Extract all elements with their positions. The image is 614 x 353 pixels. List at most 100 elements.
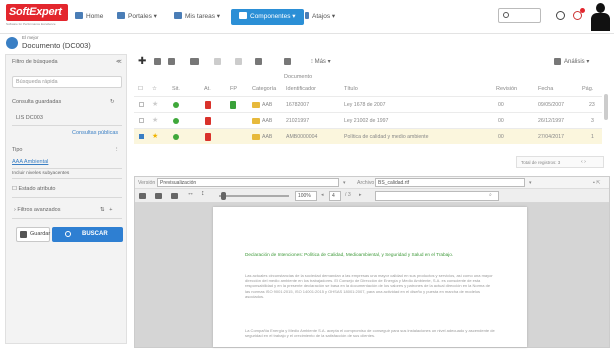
add-icon[interactable]: ✚ xyxy=(138,57,146,67)
folder-icon xyxy=(252,102,260,108)
find-input[interactable] xyxy=(375,191,499,201)
status-dot-icon xyxy=(173,118,179,124)
column-header-at[interactable]: At. xyxy=(204,86,211,92)
favorite-star-icon[interactable]: ★ xyxy=(152,132,158,140)
softexpert-logo[interactable]: SoftExpert Software for Performance Exce… xyxy=(6,4,68,26)
print-icon[interactable] xyxy=(155,193,162,199)
nav-shortcuts[interactable]: Atajos ▾ xyxy=(305,9,335,25)
row-checkbox[interactable] xyxy=(139,118,144,123)
pdf-icon[interactable] xyxy=(205,101,211,109)
page-subtitle: El mejor xyxy=(22,35,39,40)
select-all-checkbox[interactable]: ☐ xyxy=(138,86,143,92)
fit-height-icon[interactable]: ↕ xyxy=(201,190,208,197)
public-queries-link[interactable]: Consultas públicas xyxy=(72,130,118,136)
cell-title[interactable]: Ley 21002 de 1997 xyxy=(344,118,388,124)
type-label: Tipo xyxy=(12,147,23,153)
column-header-category[interactable]: Categoría xyxy=(252,86,276,92)
file-select[interactable]: BS_calidad.rtf xyxy=(375,178,525,187)
table-row-selected[interactable]: ★ AAB AMB0000004 Política de calidad y m… xyxy=(134,128,602,144)
sidebar-toggle-icon[interactable] xyxy=(139,193,146,199)
cell-title[interactable]: Política de calidad y medio ambiente xyxy=(344,134,429,140)
column-header-date[interactable]: Fecha xyxy=(538,86,553,92)
user-avatar[interactable] xyxy=(590,3,610,31)
page-title: Documento (DC003) xyxy=(22,41,91,50)
floppy-icon xyxy=(20,231,27,238)
nav-portals[interactable]: Portales ▾ xyxy=(117,9,157,25)
cell-revision: 00 xyxy=(498,102,504,108)
attribute-checkbox[interactable]: ☐ Estado atributo xyxy=(12,186,55,192)
cell-pages: 3 xyxy=(591,118,594,124)
version-select[interactable]: Previsualización xyxy=(157,178,339,187)
cell-revision: 00 xyxy=(498,118,504,124)
analytics-icon[interactable] xyxy=(554,58,561,65)
collapse-panel-icon[interactable]: ≪ xyxy=(116,59,122,65)
nav-components[interactable]: Componentes ▾ xyxy=(231,9,304,25)
row-checkbox-checked[interactable] xyxy=(139,134,144,139)
page-prev-next[interactable]: ‹ › xyxy=(581,159,586,165)
globe-icon[interactable] xyxy=(556,11,565,20)
delete-icon[interactable] xyxy=(168,58,175,65)
filter-panel-title: Filtro de búsqueda xyxy=(12,59,58,65)
chart-icon[interactable] xyxy=(255,58,262,65)
column-header-fp[interactable]: FP xyxy=(230,86,237,92)
page-number-input[interactable]: 4 xyxy=(329,191,341,201)
more-menu[interactable]: ⁝ Más ▾ xyxy=(311,57,331,67)
zoom-slider[interactable] xyxy=(219,195,289,197)
notification-icon[interactable] xyxy=(573,8,585,20)
pdf-icon[interactable] xyxy=(205,117,211,125)
filter-settings-icon[interactable]: ⇅ + xyxy=(100,207,112,213)
type-value-link[interactable]: AAA Ambiental xyxy=(12,159,48,165)
quick-search-input[interactable]: Búsqueda rápida xyxy=(12,76,122,88)
type-info-icon[interactable]: ⋮ xyxy=(114,147,120,153)
favorite-star-icon[interactable]: ★ xyxy=(152,116,158,124)
zoom-slider-handle[interactable] xyxy=(221,192,226,200)
table-row[interactable]: ★ AAB 21021997 Ley 21002 de 1997 00 26/1… xyxy=(134,112,602,128)
cell-identifier: AMB0000004 xyxy=(286,134,318,140)
favorite-star-icon[interactable]: ★ xyxy=(152,100,158,108)
column-header-identifier[interactable]: Identificador xyxy=(286,86,316,92)
view-mode-icon[interactable] xyxy=(171,193,178,199)
total-records-label: Total de registros: 3 xyxy=(521,160,561,165)
include-sublevels-label: Incluir niveles subyacentes xyxy=(12,171,70,176)
cell-category: AAB xyxy=(262,134,273,140)
save-button[interactable]: Guardar xyxy=(16,227,50,242)
analytics-menu[interactable]: Análisis ▾ xyxy=(564,57,589,67)
page-prev-icon[interactable]: ◂ xyxy=(321,192,324,198)
search-button[interactable]: BUSCAR xyxy=(52,227,123,242)
view-icon[interactable] xyxy=(190,58,199,65)
nav-home[interactable]: Home xyxy=(75,9,103,25)
print-icon[interactable] xyxy=(284,58,291,65)
fit-width-icon[interactable]: ↔ xyxy=(187,190,194,197)
cell-pages: 23 xyxy=(589,102,595,108)
column-header-pages[interactable]: Pág. xyxy=(582,86,593,92)
file-icon xyxy=(230,101,236,109)
search-icon[interactable]: ⌕ xyxy=(489,192,492,199)
quick-search-placeholder: Búsqueda rápida xyxy=(16,79,58,85)
pdf-icon[interactable] xyxy=(205,133,211,141)
page-next-icon[interactable]: ▸ xyxy=(359,192,362,198)
checkmark-icon xyxy=(174,12,182,19)
cell-category: AAB xyxy=(262,102,273,108)
row-checkbox[interactable] xyxy=(139,102,144,107)
expand-icon[interactable]: ▪ ⇱ xyxy=(593,180,601,186)
chevron-down-icon[interactable]: ▾ xyxy=(343,180,346,186)
column-header-sit[interactable]: Sit. xyxy=(172,86,180,92)
advanced-filters-toggle[interactable]: › Filtros avanzados xyxy=(14,207,60,213)
refresh-icon[interactable]: ↻ xyxy=(110,99,115,105)
file-label: Archivo xyxy=(357,180,375,186)
copy-icon[interactable] xyxy=(214,58,221,65)
table-scrollbar[interactable] xyxy=(604,94,608,120)
approve-icon[interactable] xyxy=(235,58,242,65)
cell-title[interactable]: Ley 1678 de 2007 xyxy=(344,102,386,108)
edit-icon[interactable] xyxy=(154,58,161,65)
nav-my-tasks[interactable]: Mis tareas ▾ xyxy=(174,9,220,25)
top-bar: SoftExpert Software for Performance Exce… xyxy=(0,0,614,34)
saved-query-item[interactable]: LIS DC003 xyxy=(16,115,43,121)
column-header-title[interactable]: Título xyxy=(344,86,358,92)
document-paragraph: Las actuales circunstancias de la socied… xyxy=(245,273,493,299)
global-search-input[interactable] xyxy=(498,8,541,23)
column-header-revision[interactable]: Revisión xyxy=(496,86,517,92)
chevron-down-icon[interactable]: ▾ xyxy=(529,180,532,186)
table-row[interactable]: ★ AAB 16782007 Ley 1678 de 2007 00 09/05… xyxy=(134,96,602,112)
zoom-input[interactable]: 100% xyxy=(295,191,317,201)
